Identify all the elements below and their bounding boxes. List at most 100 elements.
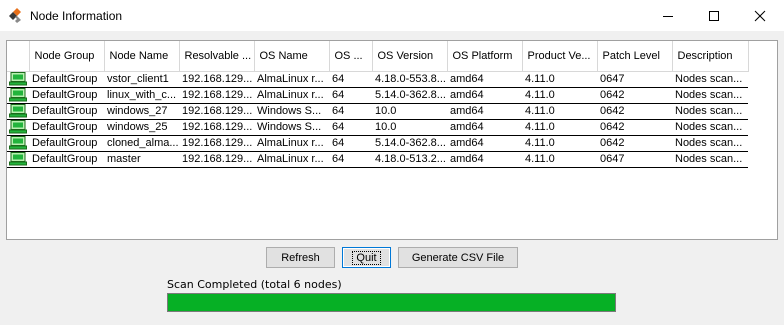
table-cell: 4.11.0 [522, 119, 597, 136]
table-cell: DefaultGroup [29, 151, 104, 168]
computer-node-icon [9, 120, 27, 134]
table-cell: 64 [329, 151, 372, 168]
row-icon-cell [7, 103, 29, 120]
table-cell: cloned_alma... [104, 135, 179, 152]
row-icon-cell [7, 87, 29, 104]
quit-button[interactable]: Quit [342, 247, 391, 268]
table-cell: Nodes scan... [672, 135, 748, 152]
table-row[interactable]: DefaultGroup cloned_alma... 192.168.129...… [7, 135, 748, 152]
table-cell: amd64 [447, 103, 522, 120]
table-row[interactable]: DefaultGroup master 192.168.129... AlmaLinu… [7, 151, 748, 168]
table-cell: 0642 [597, 135, 672, 152]
table-cell: 0642 [597, 119, 672, 136]
row-icon-cell [7, 119, 29, 136]
maximize-button[interactable] [691, 0, 737, 31]
table-row[interactable]: DefaultGroup vstor_client1 192.168.129... A… [7, 71, 748, 88]
table-cell: Windows S... [254, 103, 329, 120]
table-cell: 192.168.129... [179, 119, 254, 136]
column-header[interactable]: OS Platform [447, 41, 523, 72]
computer-node-icon [9, 72, 27, 86]
computer-node-icon [9, 104, 27, 118]
table-cell: 192.168.129... [179, 135, 254, 152]
close-icon [754, 10, 766, 21]
close-button[interactable] [737, 0, 783, 31]
column-header[interactable]: OS ... [329, 41, 373, 72]
table-cell: 4.11.0 [522, 135, 597, 152]
table-cell: 64 [329, 119, 372, 136]
table-cell: 4.18.0-553.8... [372, 71, 447, 88]
table-cell: AlmaLinux r... [254, 135, 329, 152]
table-cell: 192.168.129... [179, 103, 254, 120]
table-cell: 4.11.0 [522, 151, 597, 168]
table-cell: Windows S... [254, 119, 329, 136]
app-logo-icon [9, 8, 21, 23]
window-title: Node Information [30, 9, 123, 23]
table-row[interactable]: DefaultGroup windows_25 192.168.129... Wind… [7, 119, 748, 136]
column-header-icon[interactable] [7, 41, 30, 72]
title-bar: Node Information [0, 0, 784, 31]
minimize-button[interactable] [645, 0, 691, 31]
table-cell: master [104, 151, 179, 168]
refresh-button[interactable]: Refresh [266, 247, 335, 268]
column-header[interactable]: Product Ve... [522, 41, 598, 72]
table-cell: 192.168.129... [179, 71, 254, 88]
table-row[interactable]: DefaultGroup linux_with_c... 192.168.129..… [7, 87, 748, 104]
column-header[interactable]: Resolvable ... [179, 41, 255, 72]
row-icon-cell [7, 151, 29, 168]
table-cell: DefaultGroup [29, 87, 104, 104]
table-cell: Nodes scan... [672, 103, 748, 120]
table-cell: 4.18.0-513.2... [372, 151, 447, 168]
table-cell: 0647 [597, 71, 672, 88]
table-cell: windows_25 [104, 119, 179, 136]
table-cell: 4.11.0 [522, 71, 597, 88]
table-cell: AlmaLinux r... [254, 87, 329, 104]
table-cell: 0647 [597, 151, 672, 168]
table-cell: 4.11.0 [522, 103, 597, 120]
computer-node-icon [9, 136, 27, 150]
table-cell: 4.11.0 [522, 87, 597, 104]
column-header[interactable]: Node Name [104, 41, 180, 72]
table-cell: Nodes scan... [672, 71, 748, 88]
computer-node-icon [9, 152, 27, 166]
table-cell: DefaultGroup [29, 103, 104, 120]
table-cell: 10.0 [372, 119, 447, 136]
table-cell: 64 [329, 103, 372, 120]
column-header[interactable]: OS Version [372, 41, 448, 72]
table-cell: DefaultGroup [29, 135, 104, 152]
table-cell: linux_with_c... [104, 87, 179, 104]
column-header[interactable]: Node Group [29, 41, 105, 72]
minimize-icon [663, 15, 673, 17]
table-cell: windows_27 [104, 103, 179, 120]
table-cell: 0642 [597, 103, 672, 120]
table-cell: amd64 [447, 151, 522, 168]
table-cell: Nodes scan... [672, 119, 748, 136]
computer-node-icon [9, 88, 27, 102]
node-table[interactable]: Node Group Node Name Resolvable ... OS Name… [7, 41, 749, 168]
table-header-row: Node Group Node Name Resolvable ... OS Name… [7, 41, 749, 72]
table-cell: DefaultGroup [29, 119, 104, 136]
generate-csv-button[interactable]: Generate CSV File [398, 247, 518, 268]
node-table-panel[interactable]: Node Group Node Name Resolvable ... OS Name… [6, 40, 778, 240]
table-cell: Nodes scan... [672, 151, 748, 168]
column-header[interactable]: Patch Level [597, 41, 673, 72]
row-icon-cell [7, 135, 29, 152]
scan-progress-fill [168, 294, 615, 311]
table-cell: amd64 [447, 119, 522, 136]
table-cell: 10.0 [372, 103, 447, 120]
table-cell: 5.14.0-362.8... [372, 87, 447, 104]
table-cell: vstor_client1 [104, 71, 179, 88]
table-row[interactable]: DefaultGroup windows_27 192.168.129... Wind… [7, 103, 748, 120]
table-cell: 64 [329, 135, 372, 152]
table-cell: DefaultGroup [29, 71, 104, 88]
table-cell: 64 [329, 71, 372, 88]
column-header[interactable]: OS Name [254, 41, 330, 72]
column-header[interactable]: Description [672, 41, 749, 72]
table-cell: amd64 [447, 87, 522, 104]
table-cell: amd64 [447, 135, 522, 152]
table-cell: 5.14.0-362.8... [372, 135, 447, 152]
row-icon-cell [7, 71, 29, 88]
table-cell: amd64 [447, 71, 522, 88]
scan-status-text: Scan Completed (total 6 nodes) [167, 278, 342, 291]
table-cell: AlmaLinux r... [254, 71, 329, 88]
table-cell: AlmaLinux r... [254, 151, 329, 168]
